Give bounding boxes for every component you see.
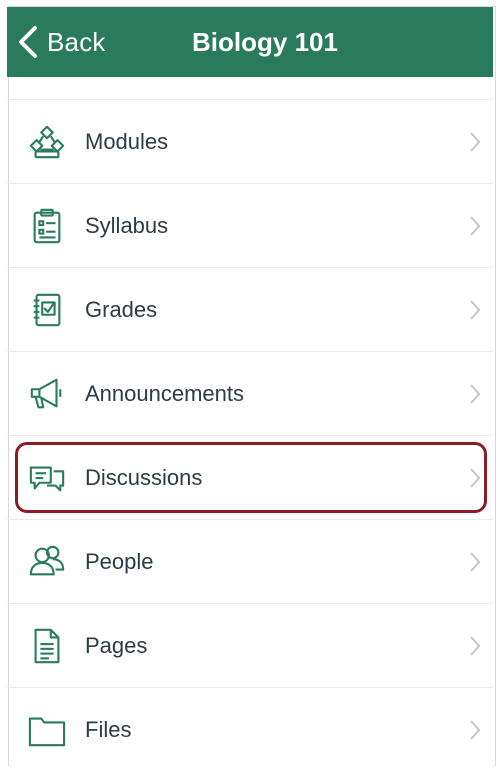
menu-item-label: Syllabus — [85, 212, 169, 238]
chevron-right-icon — [470, 635, 481, 656]
menu-item-label: Announcements — [85, 380, 244, 406]
menu-item-pages[interactable]: Pages — [7, 604, 493, 688]
chevron-right-icon — [470, 299, 481, 320]
chevron-right-icon — [470, 467, 481, 488]
discussions-icon — [27, 458, 67, 498]
menu-item-discussions[interactable]: Discussions — [7, 436, 493, 520]
chevron-right-icon — [470, 551, 481, 572]
files-icon — [27, 710, 67, 750]
grades-icon — [27, 290, 67, 330]
menu-item-grades[interactable]: Grades — [7, 268, 493, 352]
menu-item-label: Pages — [85, 632, 148, 658]
chevron-right-icon — [470, 131, 481, 152]
chevron-right-icon — [470, 719, 481, 740]
menu-item-announcements[interactable]: Announcements — [7, 352, 493, 436]
navigation-bar: Back Biology 101 — [7, 7, 493, 77]
menu-item-label: People — [85, 548, 154, 574]
menu-item-label: Files — [85, 716, 132, 742]
menu-item-label: Grades — [85, 296, 158, 322]
menu-item-files[interactable]: Files — [7, 688, 493, 771]
menu-item-people[interactable]: People — [7, 520, 493, 604]
modules-icon — [27, 122, 67, 162]
menu-item-label: Modules — [85, 128, 169, 154]
people-icon — [27, 542, 67, 582]
menu-item-label: Discussions — [85, 464, 203, 490]
chevron-right-icon — [470, 383, 481, 404]
menu-item-syllabus[interactable]: Syllabus — [7, 184, 493, 268]
announcements-icon — [27, 374, 67, 414]
course-menu-list: Modules Syllabus Grades Announcements Di… — [7, 99, 493, 771]
chevron-right-icon — [470, 215, 481, 236]
pages-icon — [27, 626, 67, 666]
menu-item-modules[interactable]: Modules — [7, 100, 493, 184]
page-title: Biology 101 — [192, 26, 338, 57]
syllabus-icon — [27, 206, 67, 246]
